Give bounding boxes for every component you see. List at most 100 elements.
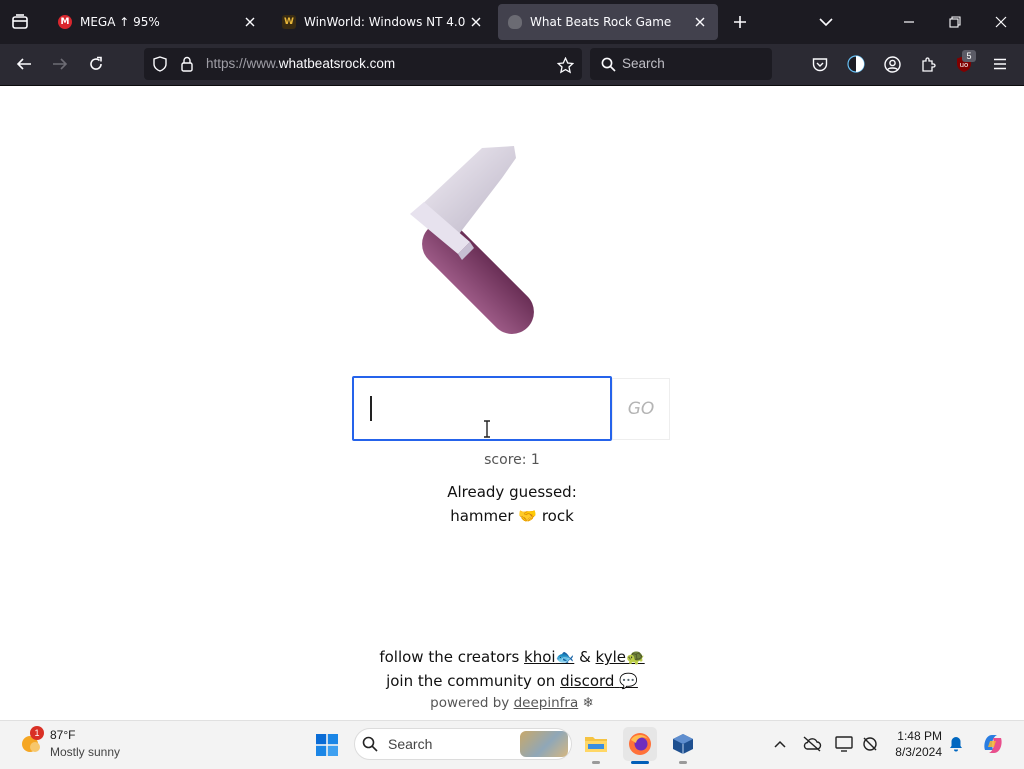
fish-icon: 🐟	[555, 648, 575, 666]
notification-button[interactable]	[946, 734, 966, 754]
tab-mega[interactable]: M MEGA ↑ 95%	[48, 4, 268, 40]
arrow-right-icon	[53, 58, 68, 70]
lock-icon[interactable]	[177, 54, 197, 74]
handshake-icon: 🤝	[518, 507, 538, 525]
weather-badge: 1	[30, 726, 44, 740]
guess-chain: hammer 🤝 rock	[0, 507, 1024, 525]
extension-count-badge: 5	[962, 50, 976, 62]
snowflake-icon: ❄	[582, 695, 594, 711]
community-line: join the community on discord 💬	[0, 672, 1024, 690]
ampersand: &	[579, 648, 591, 666]
file-explorer-button[interactable]	[580, 728, 612, 760]
url-text[interactable]: https://www.whatbeatsrock.com	[206, 56, 395, 71]
winworld-icon: W	[282, 15, 296, 29]
arrow-left-icon	[16, 58, 31, 70]
already-guessed-label: Already guessed:	[447, 483, 577, 501]
close-tab-icon[interactable]	[468, 14, 484, 30]
svg-text:uo: uo	[960, 61, 969, 69]
monitor-icon	[835, 736, 853, 752]
onedrive-status-button[interactable]	[800, 732, 824, 756]
creator-name: kyle	[595, 648, 626, 666]
tab-label: WinWorld: Windows NT 4.0 4.0	[304, 15, 468, 29]
community-prefix: join the community on	[386, 672, 556, 690]
clock-date[interactable]: 8/3/2024	[880, 745, 942, 759]
bell-icon	[950, 737, 962, 752]
show-hidden-icons-button[interactable]	[770, 734, 790, 754]
close-window-button[interactable]	[986, 8, 1016, 36]
network-icon	[863, 737, 877, 751]
reload-icon	[90, 56, 102, 70]
restore-button[interactable]	[940, 8, 970, 36]
app-menu-button[interactable]	[988, 52, 1012, 76]
tab-overview-button[interactable]	[6, 8, 34, 36]
puzzle-icon	[921, 56, 936, 72]
weather-temperature: 87°F	[50, 728, 76, 742]
pocket-icon	[812, 57, 828, 71]
star-icon	[556, 56, 574, 73]
go-button[interactable]: GO	[612, 378, 670, 440]
tracking-shield-icon[interactable]	[150, 54, 170, 74]
copilot-button[interactable]	[978, 729, 1008, 759]
chevron-down-icon	[819, 18, 833, 27]
speech-bubble-icon: 💬	[619, 672, 638, 690]
guess-first: hammer	[450, 507, 514, 525]
close-tab-icon[interactable]	[692, 14, 708, 30]
follow-creators-line: follow the creators khoi🐟 & kyle🐢	[0, 648, 1024, 666]
account-icon	[883, 55, 901, 73]
restore-icon	[949, 16, 961, 28]
discord-label: discord	[560, 672, 615, 690]
forward-button[interactable]	[46, 50, 74, 78]
rock-favicon-icon	[508, 15, 522, 29]
deepinfra-link[interactable]: deepinfra	[514, 695, 579, 711]
tab-winworld[interactable]: W WinWorld: Windows NT 4.0 4.0	[272, 4, 494, 40]
url-scheme: https://www.	[206, 56, 279, 71]
search-icon	[598, 54, 618, 74]
new-tab-button[interactable]	[726, 8, 754, 36]
virtualbox-icon	[673, 734, 693, 754]
text-cursor-icon	[482, 420, 492, 438]
file-explorer-indicator	[592, 761, 600, 764]
mega-icon: M	[58, 15, 72, 29]
score-text: score: 1	[484, 452, 540, 468]
virtualbox-indicator	[679, 761, 687, 764]
display-button[interactable]	[832, 732, 856, 756]
powered-by-line: powered by deepinfra ❄	[0, 695, 1024, 711]
pocket-button[interactable]	[808, 52, 832, 76]
powered-prefix: powered by	[430, 695, 510, 711]
creator-link-kyle[interactable]: kyle🐢	[596, 648, 645, 666]
hamburger-icon	[994, 58, 1006, 70]
search-placeholder: Search	[622, 56, 665, 71]
url-host: whatbeatsrock.com	[278, 56, 396, 71]
firefox-button[interactable]	[623, 727, 657, 761]
turtle-icon: 🐢	[625, 648, 645, 666]
guess-second: rock	[541, 507, 574, 525]
tab-what-beats-rock[interactable]: What Beats Rock Game	[498, 4, 718, 40]
reload-button[interactable]	[82, 50, 110, 78]
close-tab-icon[interactable]	[242, 14, 258, 30]
bookmark-star-button[interactable]	[554, 54, 576, 76]
weather-description: Mostly sunny	[50, 745, 121, 759]
creator-name: khoi	[524, 648, 556, 666]
clock-time[interactable]: 1:48 PM	[880, 729, 942, 743]
folder-icon	[585, 737, 607, 752]
extensions-button[interactable]	[916, 52, 940, 76]
back-button[interactable]	[10, 50, 38, 78]
chevron-up-icon	[774, 740, 786, 748]
start-button[interactable]	[312, 730, 342, 760]
plus-icon	[734, 16, 746, 28]
hammer-icon	[396, 138, 628, 344]
text-caret	[370, 396, 372, 421]
virtualbox-button[interactable]	[667, 728, 699, 760]
minimize-button[interactable]	[894, 8, 924, 36]
dark-reader-button[interactable]	[844, 52, 868, 76]
contrast-icon	[847, 55, 865, 73]
list-all-tabs-button[interactable]	[812, 8, 840, 36]
account-button[interactable]	[880, 52, 904, 76]
taskbar-search-label: Search	[388, 736, 433, 752]
creator-link-khoi[interactable]: khoi🐟	[524, 648, 574, 666]
minimize-icon	[904, 21, 914, 23]
cloud-off-icon	[803, 736, 822, 752]
copilot-icon	[984, 735, 1002, 753]
discord-link[interactable]: discord 💬	[560, 672, 638, 690]
network-button[interactable]	[858, 732, 882, 756]
